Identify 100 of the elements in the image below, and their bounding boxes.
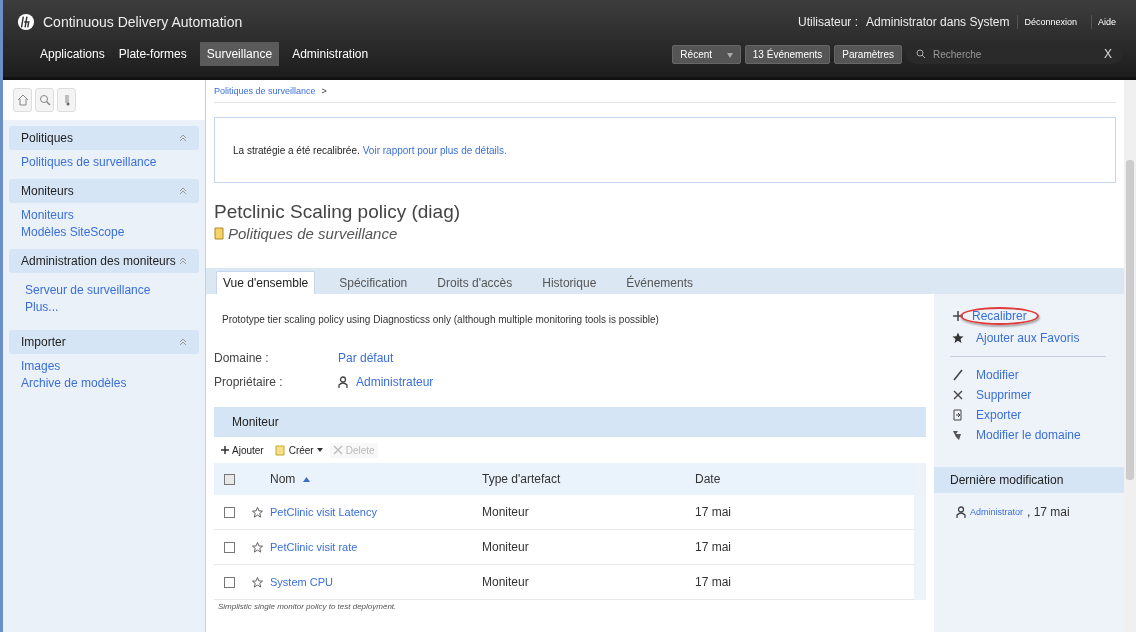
column-header[interactable]: Date (695, 472, 721, 486)
sidebar-link[interactable]: Images (21, 359, 187, 373)
tab[interactable]: Vue d'ensemble (216, 271, 316, 294)
action-link[interactable]: Exporter (976, 408, 1022, 422)
recent-dropdown[interactable]: Récent (672, 44, 741, 64)
monitor-link[interactable]: PetClinic visit rate (270, 541, 482, 553)
tab[interactable]: Droits d'accès (425, 272, 525, 294)
nav-tab[interactable]: Applications (35, 43, 110, 65)
row-checkbox[interactable] (223, 541, 235, 553)
table-note: Simplistic single monitor policy to test deployment. (218, 602, 398, 611)
monitor-link[interactable]: PetClinic visit Latency (270, 506, 482, 518)
notice-text: La stratégie a été recalibrée. (233, 144, 360, 156)
section-header[interactable]: Administration des moniteurs (9, 249, 199, 273)
modified-date: , 17 mai (1027, 505, 1070, 519)
logo-icon (17, 13, 35, 31)
add-button[interactable]: Ajouter (218, 442, 267, 458)
section-title: Importer (21, 335, 66, 349)
action-link[interactable]: Modifier le domaine (976, 428, 1081, 442)
user-icon (956, 506, 966, 518)
settings-button[interactable]: Paramètres (834, 44, 902, 64)
create-button[interactable]: Créer (270, 442, 326, 458)
user-label: Utilisateur : (798, 15, 859, 29)
table-cell: 17 mai (695, 540, 732, 554)
chevron-icon[interactable] (179, 338, 187, 346)
table-cell-text: Moniteur (482, 505, 530, 519)
note-icon (214, 227, 224, 240)
plus-icon (221, 446, 229, 454)
column-header[interactable]: Nom (270, 472, 482, 486)
export-icon (952, 409, 964, 421)
domain-icon (952, 429, 964, 441)
sort-ascending-icon (303, 476, 311, 482)
tab[interactable]: Spécification (327, 272, 420, 294)
scrollbar[interactable] (1124, 80, 1136, 632)
table-cell: 17 mai (695, 575, 732, 589)
breadcrumb-link[interactable]: Politiques de surveillance (214, 86, 316, 96)
monitor-link[interactable]: System CPU (270, 576, 482, 588)
header-link[interactable]: Déconnexion (1017, 15, 1083, 29)
search-icon (916, 49, 926, 59)
report-link[interactable]: Voir rapport pour plus de détails. (362, 144, 507, 156)
nav-tab[interactable]: Plate-formes (113, 43, 192, 65)
user-icon (338, 376, 348, 388)
star-icon[interactable] (251, 506, 263, 518)
user-name: Administrator dans System (866, 15, 1010, 29)
app-title: Continuous Delivery Automation (43, 14, 243, 30)
section-title: Administration des moniteurs (21, 254, 176, 268)
action-link[interactable]: Supprimer (976, 388, 1032, 402)
tab[interactable]: Historique (530, 272, 609, 294)
star-icon (952, 332, 964, 344)
header-link[interactable]: Aide (1091, 15, 1122, 29)
sidebar-link[interactable]: Moniteurs (21, 208, 187, 222)
tab[interactable]: Événements (614, 272, 705, 294)
description-text: Prototype tier scaling policy using Diagnosticss only (although multiple monitoring tools is possible) (222, 314, 660, 325)
field-label: Domaine : (214, 351, 270, 365)
chevron-icon[interactable] (179, 134, 187, 142)
sidebar-link[interactable]: Archive de modèles (21, 376, 187, 390)
star-icon[interactable] (251, 541, 263, 553)
table-cell: 17 mai (695, 505, 732, 519)
home-icon[interactable] (13, 88, 32, 112)
chevron-icon[interactable] (179, 257, 187, 265)
row-checkbox[interactable] (223, 506, 235, 518)
pin-icon[interactable] (57, 88, 76, 112)
section-title: Moniteur (232, 415, 279, 429)
clear-button[interactable]: X (1104, 47, 1112, 61)
chevron-icon[interactable] (179, 187, 187, 195)
caret-icon (316, 447, 323, 453)
section-header[interactable]: Moniteurs (9, 179, 199, 203)
action-link[interactable]: Recalibrer (960, 307, 1039, 325)
sidebar-link[interactable]: Politiques de surveillance (21, 155, 187, 169)
field-value-link[interactable]: Administrateur (356, 375, 434, 389)
nav-tab[interactable]: Administration (287, 43, 374, 65)
search-icon[interactable] (35, 88, 54, 112)
field-label: Propriétaire : (214, 375, 284, 389)
note-icon (273, 444, 286, 456)
events-button[interactable]: 13 Événements (744, 44, 831, 64)
section-header[interactable]: Politiques (9, 126, 199, 150)
sidebar-link[interactable]: Modèles SiteScope (21, 225, 187, 239)
field-value-link[interactable]: Par défaut (338, 351, 394, 365)
column-header[interactable]: Type d'artefact (482, 472, 695, 486)
close-icon (952, 389, 964, 401)
table-cell-text: Moniteur (482, 540, 530, 554)
close-icon (332, 445, 343, 455)
nav-tab[interactable]: Surveillance (199, 42, 280, 66)
pencil-icon (952, 369, 964, 381)
breadcrumb-separator: > (321, 86, 327, 96)
sidebar-link[interactable]: Plus... (25, 300, 183, 314)
page-title: Petclinic Scaling policy (diag) (214, 201, 462, 223)
action-link[interactable]: Ajouter aux Favoris (976, 331, 1080, 345)
select-all-checkbox[interactable] (223, 473, 235, 485)
row-checkbox[interactable] (223, 576, 235, 588)
section-title: Moniteurs (21, 184, 74, 198)
table-cell-text: Moniteur (482, 575, 530, 589)
star-icon[interactable] (251, 576, 263, 588)
user-link[interactable]: Administrator (970, 507, 1023, 517)
page-subtitle: Politiques de surveillance (228, 225, 398, 242)
sidebar-link[interactable]: Serveur de surveillance (25, 283, 183, 297)
action-link[interactable]: Modifier (976, 368, 1019, 382)
caret-icon (726, 52, 733, 58)
panel-title: Dernière modification (950, 473, 1064, 487)
section-header[interactable]: Importer (9, 330, 199, 354)
section-title: Politiques (21, 131, 74, 145)
